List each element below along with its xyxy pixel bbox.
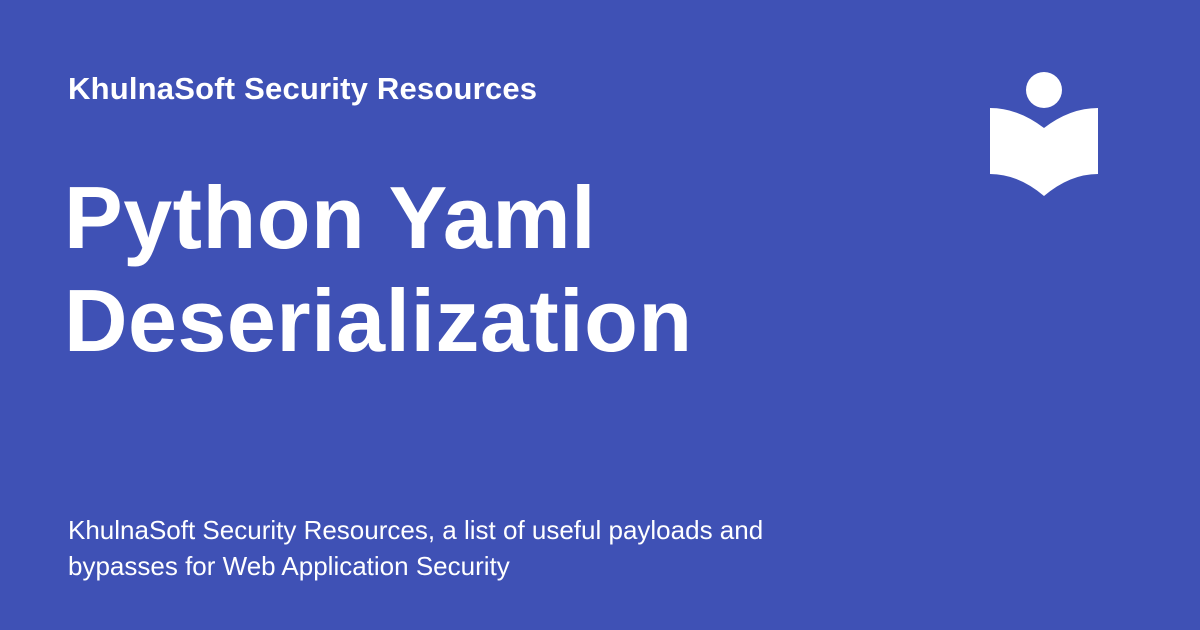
page-title-line-1: Python Yaml (64, 168, 597, 267)
social-card: KhulnaSoft Security Resources Python Yam… (0, 0, 1200, 630)
site-name: KhulnaSoft Security Resources (68, 71, 538, 106)
page-title: Python Yaml Deserialization (64, 166, 944, 372)
site-description: KhulnaSoft Security Resources, a list of… (68, 515, 764, 581)
reader-book-icon (990, 72, 1098, 196)
page-title-line-2: Deserialization (64, 271, 693, 370)
